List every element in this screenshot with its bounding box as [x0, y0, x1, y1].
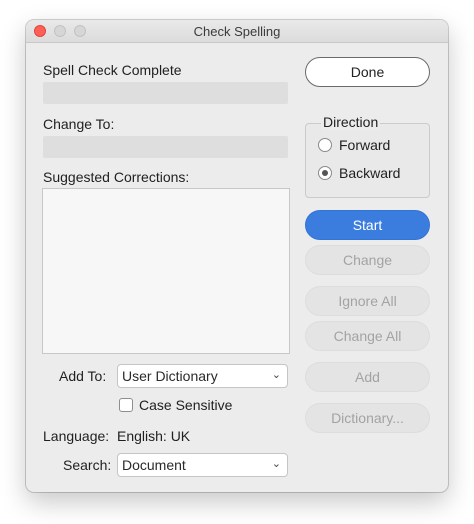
chevron-down-icon: ⌄ [271, 369, 281, 381]
titlebar: Check Spelling [26, 20, 448, 43]
backward-radio[interactable] [318, 166, 332, 180]
change-button[interactable]: Change [305, 245, 430, 275]
case-sensitive-checkbox[interactable] [119, 398, 133, 412]
add-button[interactable]: Add [305, 362, 430, 392]
add-to-select[interactable]: User Dictionary ⌄ [117, 364, 288, 388]
dictionary-button[interactable]: Dictionary... [305, 403, 430, 433]
forward-radio[interactable] [318, 138, 332, 152]
search-select[interactable]: Document ⌄ [117, 453, 288, 477]
search-label: Search: [63, 457, 112, 473]
forward-label: Forward [339, 137, 391, 153]
start-button[interactable]: Start [305, 210, 430, 240]
window-title: Check Spelling [193, 24, 281, 39]
backward-label: Backward [339, 165, 401, 181]
ignore-all-button[interactable]: Ignore All [305, 286, 430, 316]
done-button[interactable]: Done [305, 57, 430, 87]
change-to-label: Change To: [43, 116, 115, 132]
status-label: Spell Check Complete [43, 62, 182, 78]
chevron-down-icon: ⌄ [271, 458, 281, 470]
status-field [43, 82, 288, 104]
change-all-button[interactable]: Change All [305, 321, 430, 351]
search-value: Document [122, 457, 186, 473]
direction-label: Direction [321, 114, 381, 130]
direction-group [305, 123, 430, 198]
language-label: Language: [43, 428, 110, 444]
check-spelling-dialog: Check Spelling Spell Check Complete Chan… [26, 20, 448, 492]
change-to-field[interactable] [43, 136, 288, 158]
suggested-corrections-list[interactable] [42, 188, 290, 354]
language-value: English: UK [117, 428, 191, 444]
suggested-corrections-label: Suggested Corrections: [43, 169, 190, 185]
add-to-label: Add To: [59, 368, 107, 384]
case-sensitive-label: Case Sensitive [139, 397, 233, 413]
add-to-value: User Dictionary [122, 368, 218, 384]
